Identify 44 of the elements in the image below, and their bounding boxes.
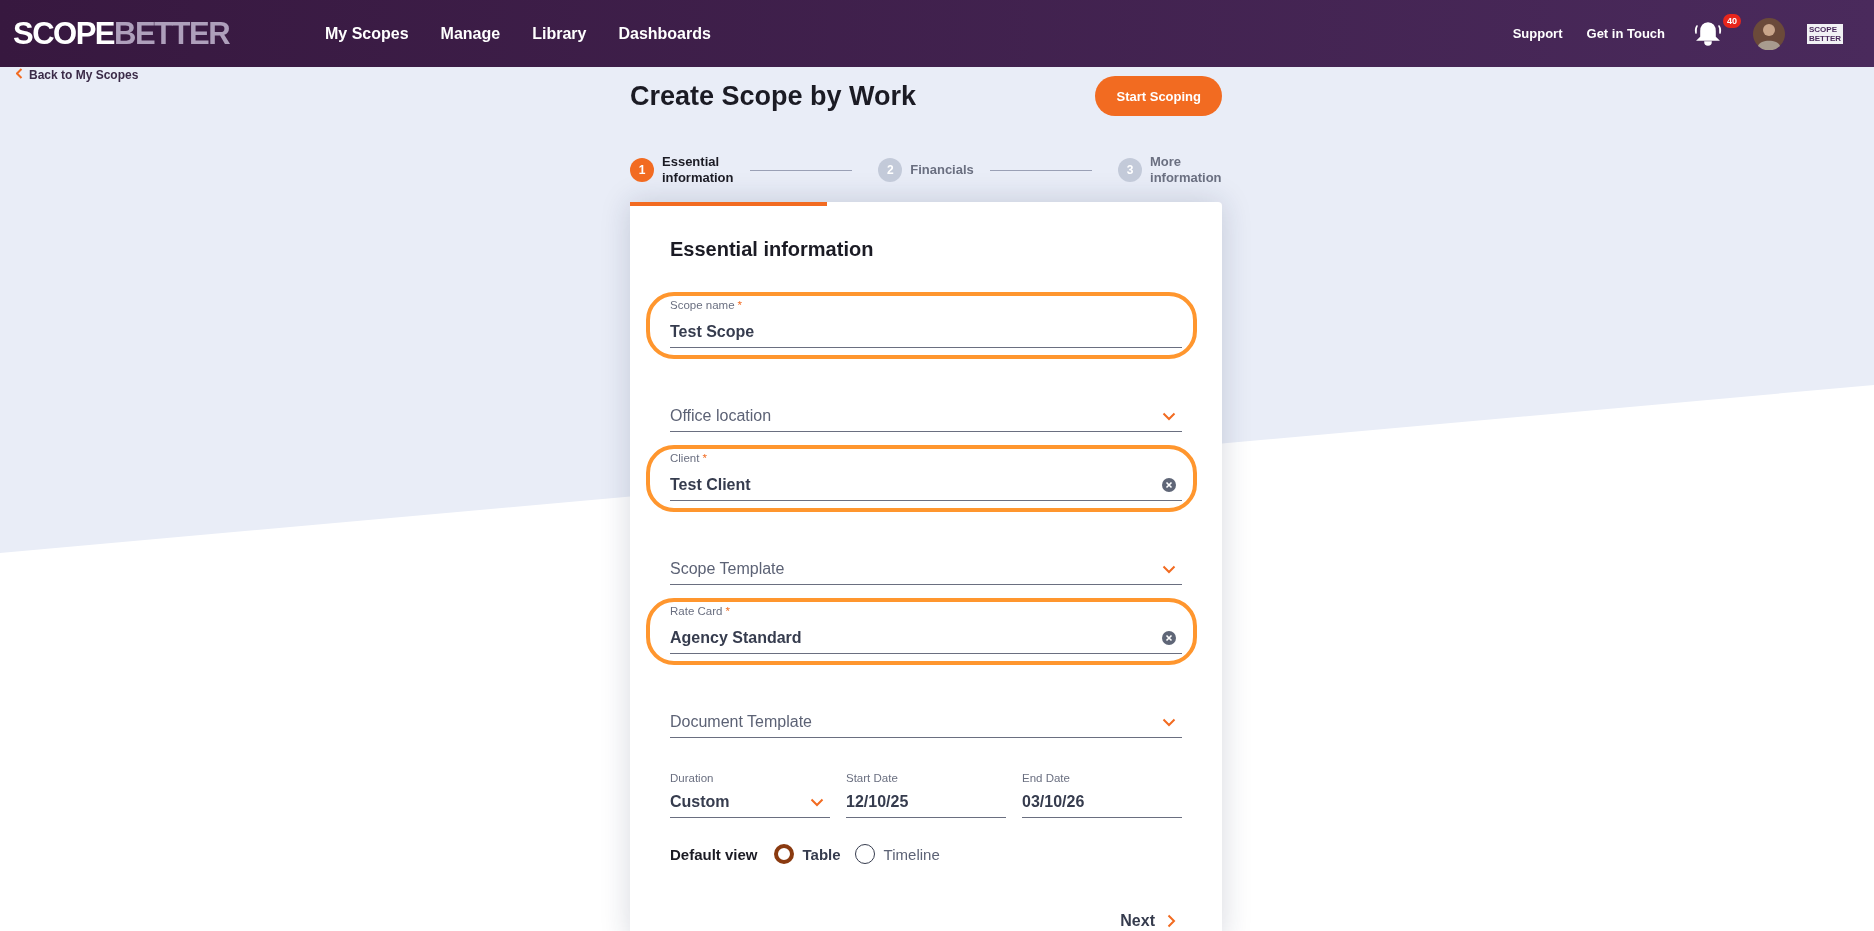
chevron-down-icon[interactable] (1162, 411, 1176, 421)
page-title: Create Scope by Work (630, 80, 917, 112)
date-field[interactable]: 03/10/26 (1022, 789, 1182, 818)
field-label: End Date (1022, 771, 1071, 785)
account-logo[interactable]: SCOPE BETTER (1807, 23, 1843, 44)
chevron-down-icon[interactable] (1162, 717, 1176, 727)
dropdown-field[interactable]: Document Template (670, 709, 1182, 738)
radio-option[interactable]: Table (773, 844, 841, 864)
field-label: Client * (670, 451, 708, 465)
logo[interactable]: SCOPEBETTER (13, 15, 243, 52)
clear-icon[interactable] (1162, 631, 1176, 645)
notification-badge: 40 (1723, 13, 1741, 28)
nav-link[interactable]: Library (532, 24, 587, 43)
chevron-right-icon[interactable] (1167, 914, 1176, 928)
dropdown-field[interactable]: Scope Template (670, 556, 1182, 585)
step[interactable]: 1 Essential information (630, 154, 734, 186)
chevron-left-icon[interactable] (16, 68, 23, 79)
input-field[interactable]: Test Client (670, 472, 1182, 501)
field-label: Rate Card * (670, 604, 731, 618)
dropdown-field[interactable]: Office location (670, 403, 1182, 432)
field-label: Duration (670, 771, 715, 785)
nav-link[interactable]: Manage (440, 24, 501, 43)
input-field[interactable]: Test Scope (670, 319, 1182, 348)
next-button[interactable]: Next (1120, 912, 1182, 930)
radio-option[interactable]: Timeline (854, 844, 940, 864)
radio-icon[interactable] (773, 844, 794, 864)
dropdown-field[interactable]: Custom (670, 789, 830, 818)
default-view-label: Default view (670, 845, 758, 863)
bell-icon[interactable] (1693, 19, 1723, 48)
input-field[interactable]: Agency Standard (670, 625, 1182, 654)
chevron-down-icon[interactable] (1162, 564, 1176, 574)
avatar[interactable] (1753, 17, 1785, 50)
field-label: Scope name * (670, 298, 744, 312)
nav-link[interactable]: Dashboards (618, 24, 711, 43)
header-link[interactable]: Get in Touch (1586, 26, 1665, 41)
nav-link[interactable]: My Scopes (325, 24, 409, 43)
step[interactable]: 2 Financials (878, 158, 974, 182)
clear-icon[interactable] (1162, 478, 1176, 492)
field-label: Start Date (846, 771, 899, 785)
step[interactable]: 3 More information (1118, 154, 1222, 186)
form-title: Essential information (670, 238, 875, 262)
date-field[interactable]: 12/10/25 (846, 789, 1006, 818)
header-link[interactable]: Support (1512, 26, 1563, 41)
chevron-down-icon[interactable] (810, 797, 824, 807)
